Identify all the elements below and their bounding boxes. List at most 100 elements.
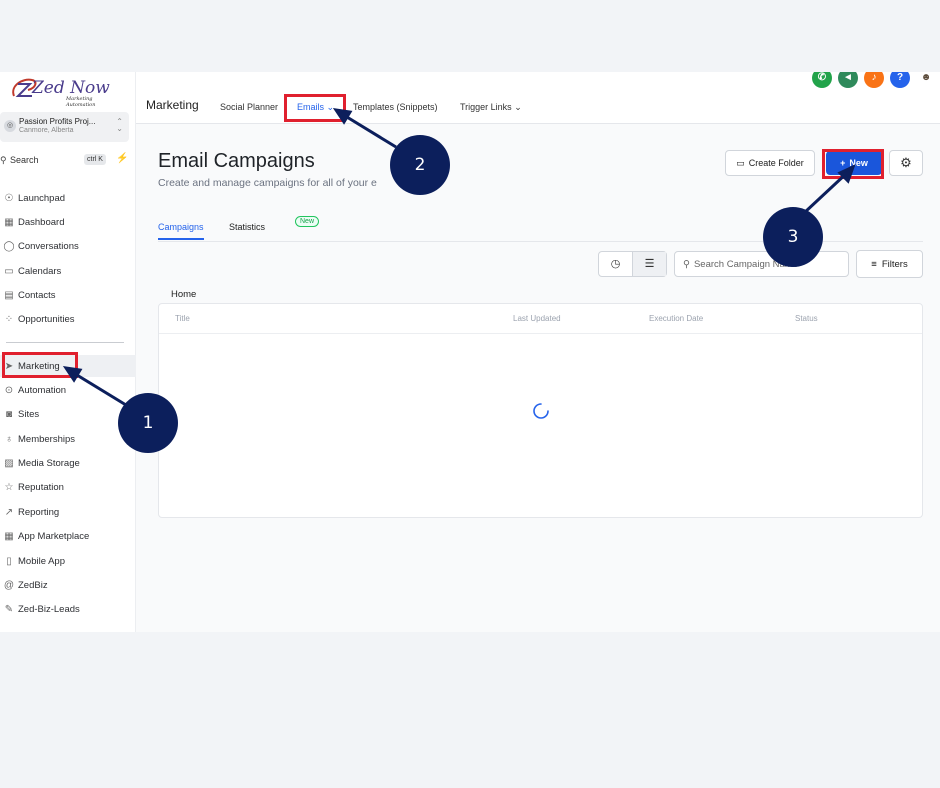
rocket-icon: ☉ (4, 192, 14, 204)
bolt-icon[interactable]: ⚡ (116, 153, 128, 164)
sidebar-item-sites[interactable]: ◙ Sites (0, 403, 136, 425)
sidebar-item-conversations[interactable]: ◯ Conversations (0, 235, 136, 257)
sidebar-item-label: Calendars (18, 265, 62, 277)
create-folder-button[interactable]: ▭ Create Folder (725, 150, 815, 176)
search-input[interactable]: ⚲ Search Campaign Name (674, 251, 849, 277)
filter-icon: ≡ (871, 258, 877, 270)
tab-trigger-links[interactable]: Trigger Links ⌄ (460, 102, 522, 113)
sidebar-item-label: Dashboard (18, 216, 65, 228)
tab-trigger-links-label: Trigger Links (460, 102, 512, 112)
gear-icon[interactable]: ⚙ (889, 150, 923, 176)
sidebar-item-automation[interactable]: ⊙ Automation (0, 379, 136, 401)
sidebar-item-label: Reputation (18, 481, 64, 493)
wrench-icon: ✎ (4, 603, 14, 615)
sidebar-item-reporting[interactable]: ↗ Reporting (0, 501, 136, 523)
logo-text: Zed Now (32, 78, 110, 98)
tab-campaigns[interactable]: Campaigns (158, 222, 204, 240)
sidebar-item-memberships[interactable]: ♁ Memberships (0, 428, 136, 450)
campaigns-table: Title Last Updated Execution Date Status (158, 303, 923, 518)
sites-icon: ◙ (5, 408, 13, 420)
phone-icon[interactable]: ✆ (812, 72, 832, 88)
logo-subtext: Marketing Automation (66, 96, 96, 108)
sidebar-item-calendars[interactable]: ▭ Calendars (0, 260, 136, 282)
column-execution-date[interactable]: Execution Date (649, 314, 703, 323)
filters-label: Filters (881, 258, 908, 270)
account-avatar-icon: ◎ (4, 120, 16, 132)
grid-icon: ▦ (4, 530, 14, 542)
column-title[interactable]: Title (175, 314, 190, 323)
sidebar-item-label: Contacts (18, 289, 56, 301)
sidebar-search[interactable]: ⚲ Search ctrl K ⚡ (0, 153, 129, 169)
sidebar-item-dashboard[interactable]: ▦ Dashboard (0, 211, 136, 233)
sidebar-item-label: Mobile App (18, 555, 66, 567)
filters-button[interactable]: ≡ Filters (856, 250, 923, 278)
sidebar-item-media-storage[interactable]: ▨ Media Storage (0, 452, 136, 474)
page-title: Email Campaigns (158, 150, 315, 172)
step-marker-3: 3 (763, 207, 823, 267)
highlight-marketing (2, 352, 78, 378)
new-badge: New (295, 216, 320, 227)
sidebar-item-label: Media Storage (18, 457, 80, 469)
account-name: Passion Profits Proj... (19, 117, 96, 126)
sidebar-item-zedbiz[interactable]: @ ZedBiz (0, 574, 136, 596)
opportunities-icon: ⁘ (4, 313, 14, 325)
highlight-emails (284, 94, 346, 122)
tab-statistics[interactable]: Statistics (229, 222, 265, 232)
sidebar-item-reputation[interactable]: ☆ Reputation (0, 476, 136, 498)
contacts-icon: ▤ (4, 289, 14, 301)
megaphone-icon[interactable]: ◄ (838, 72, 858, 88)
sidebar-item-label: Memberships (18, 433, 76, 445)
sidebar-item-label: Sites (18, 408, 40, 420)
sidebar-item-mobile-app[interactable]: ▯ Mobile App (0, 550, 136, 572)
search-icon: ⚲ (0, 155, 7, 165)
sidebar-item-label: Opportunities (18, 313, 75, 325)
chat-icon: ◯ (3, 240, 15, 252)
logo[interactable]: Zed Now Marketing Automation (10, 76, 120, 108)
badge-icon: ♁ (5, 433, 13, 445)
tab-templates[interactable]: Templates (Snippets) (353, 102, 438, 112)
grid-icon: ▦ (4, 216, 14, 228)
sidebar-item-contacts[interactable]: ▤ Contacts (0, 284, 136, 306)
image-icon: ▨ (4, 457, 14, 469)
sidebar-item-label: Reporting (18, 506, 60, 518)
main-content: Email Campaigns Create and manage campai… (136, 124, 940, 632)
sidebar-item-label: Automation (18, 384, 67, 396)
sidebar-item-label: Conversations (18, 240, 79, 252)
sidebar-item-label: ZedBiz (18, 579, 48, 591)
sidebar-item-launchpad[interactable]: ☉ Launchpad (0, 187, 136, 209)
loading-spinner-icon (533, 403, 549, 419)
at-icon: @ (3, 579, 15, 591)
search-shortcut: ctrl K (84, 154, 106, 165)
avatar[interactable]: ☻ (916, 72, 936, 88)
folder-icon: ▭ (736, 157, 745, 168)
account-switcher[interactable]: ◎ Passion Profits Proj... Canmore, Alber… (0, 112, 129, 142)
column-status[interactable]: Status (795, 314, 818, 323)
trend-icon: ↗ (4, 506, 14, 518)
account-location: Canmore, Alberta (19, 127, 74, 134)
bell-icon[interactable]: ♪ (864, 72, 884, 88)
mobile-icon: ▯ (6, 555, 12, 567)
breadcrumb[interactable]: Home (171, 289, 196, 300)
column-last-updated[interactable]: Last Updated (513, 314, 561, 323)
sidebar-item-opportunities[interactable]: ⁘ Opportunities (0, 308, 136, 330)
chevron-updown-icon: ⌃ ⌄ (116, 117, 123, 133)
star-icon: ☆ (4, 481, 14, 493)
clock-icon[interactable]: ◷ (599, 252, 632, 276)
step-marker-2: 2 (390, 135, 450, 195)
sidebar-item-label: Zed-Biz-Leads (18, 603, 80, 615)
sidebar-item-zed-biz-leads[interactable]: ✎ Zed-Biz-Leads (0, 598, 136, 620)
table-header: Title Last Updated Execution Date Status (159, 304, 922, 334)
page-section-title: Marketing (146, 98, 199, 112)
chevron-down-icon: ⌄ (514, 102, 522, 112)
tab-social-planner[interactable]: Social Planner (220, 102, 278, 112)
list-icon[interactable]: ☰ (632, 252, 666, 276)
sidebar-item-app-marketplace[interactable]: ▦ App Marketplace (0, 525, 136, 547)
create-folder-label: Create Folder (748, 158, 804, 168)
help-icon[interactable]: ? (890, 72, 910, 88)
sidebar-divider (6, 342, 124, 343)
sidebar-search-label: Search (10, 155, 39, 165)
top-nav: Marketing Social Planner Emails ⌄ Templa… (136, 72, 940, 124)
highlight-new (822, 149, 884, 179)
sidebar-item-label: Launchpad (18, 192, 66, 204)
page-subtitle: Create and manage campaigns for all of y… (158, 177, 377, 189)
